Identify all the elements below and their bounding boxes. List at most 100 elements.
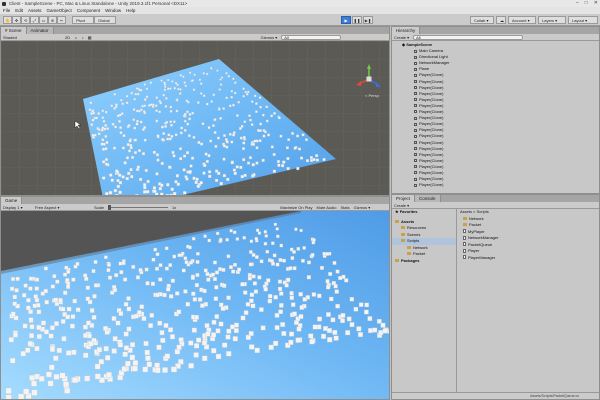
global-toggle[interactable]: Global bbox=[94, 16, 116, 24]
player-clone-marker bbox=[63, 381, 69, 388]
tab-hierarchy[interactable]: Hierarchy bbox=[392, 27, 421, 34]
player-clone-marker bbox=[130, 91, 133, 95]
menu-window[interactable]: Window bbox=[105, 8, 121, 13]
transform-tool-icon[interactable]: ⊕ bbox=[48, 16, 57, 24]
player-clone-marker bbox=[13, 315, 19, 321]
tab-game[interactable]: Game bbox=[1, 197, 23, 204]
mute-audio-toggle[interactable]: Mute Audio bbox=[316, 205, 336, 210]
hierarchy-item[interactable]: Player(Clone) bbox=[392, 182, 599, 188]
project-create-dropdown[interactable]: Create ▾ bbox=[394, 203, 409, 208]
game-view[interactable] bbox=[1, 211, 389, 399]
player-clone-marker bbox=[201, 340, 208, 346]
menu-component[interactable]: Component bbox=[77, 8, 100, 13]
player-clone-marker bbox=[320, 265, 324, 270]
player-clone-marker bbox=[106, 268, 111, 273]
player-clone-marker bbox=[174, 180, 178, 184]
player-clone-marker bbox=[160, 161, 164, 165]
player-clone-marker bbox=[267, 293, 273, 299]
aspect-dropdown[interactable]: Free Aspect ▾ bbox=[35, 205, 90, 210]
effects-toggle-icon[interactable]: ▦ bbox=[88, 35, 92, 40]
player-clone-marker bbox=[171, 366, 177, 373]
player-clone-marker bbox=[115, 320, 121, 326]
display-dropdown[interactable]: Display 1 ▾ bbox=[3, 205, 31, 210]
game-viewport[interactable] bbox=[1, 211, 389, 399]
tab-scene[interactable]: # Scene bbox=[1, 27, 27, 34]
scale-slider-handle[interactable] bbox=[108, 204, 112, 210]
gameobject-cube-icon bbox=[414, 134, 417, 138]
scene-viewport[interactable]: < Persp bbox=[1, 41, 389, 195]
hierarchy-item-label: Player(Clone) bbox=[419, 176, 444, 182]
player-clone-marker bbox=[28, 286, 33, 291]
menu-assets[interactable]: Assets bbox=[28, 8, 42, 13]
layers-dropdown[interactable]: Layers ▾ bbox=[538, 16, 566, 24]
pivot-toggle[interactable]: Pivot bbox=[72, 16, 94, 24]
scene-view[interactable]: < Persp bbox=[1, 41, 389, 195]
menu-gameobject[interactable]: GameObject bbox=[47, 8, 72, 13]
player-clone-marker bbox=[223, 134, 226, 137]
shading-mode-dropdown[interactable]: Shaded bbox=[3, 35, 53, 40]
player-clone-marker bbox=[335, 269, 340, 274]
player-clone-marker bbox=[131, 155, 135, 159]
player-clone-marker bbox=[10, 311, 16, 317]
player-clone-marker bbox=[23, 388, 30, 395]
audio-toggle-icon[interactable]: ♪ bbox=[82, 35, 84, 40]
player-clone-marker bbox=[187, 101, 190, 104]
player-clone-marker bbox=[140, 108, 143, 111]
player-clone-marker bbox=[169, 105, 173, 109]
player-clone-marker bbox=[174, 133, 178, 137]
maximize-button[interactable]: □ bbox=[585, 0, 588, 6]
player-clone-marker bbox=[188, 117, 191, 121]
player-clone-marker bbox=[133, 98, 136, 101]
project-file-item[interactable]: PlayerManager bbox=[458, 255, 599, 262]
rotate-tool-icon[interactable]: ⟲ bbox=[21, 16, 30, 24]
player-clone-marker bbox=[222, 174, 226, 178]
hierarchy-create-dropdown[interactable]: Create ▾ bbox=[394, 35, 409, 40]
player-clone-marker bbox=[105, 141, 109, 144]
menu-file[interactable]: File bbox=[3, 8, 10, 13]
minimize-button[interactable]: – bbox=[576, 0, 579, 6]
player-clone-marker bbox=[259, 122, 262, 126]
player-clone-marker bbox=[291, 132, 294, 135]
hierarchy-search-input[interactable]: All bbox=[413, 34, 524, 40]
close-button[interactable]: ✕ bbox=[594, 0, 598, 6]
menu-help[interactable]: Help bbox=[126, 8, 135, 13]
account-dropdown[interactable]: Account ▾ bbox=[508, 16, 536, 24]
player-clone-marker bbox=[325, 252, 330, 256]
player-clone-marker bbox=[158, 187, 162, 191]
gizmos-dropdown[interactable]: Gizmos ▾ bbox=[261, 35, 278, 40]
player-clone-marker bbox=[34, 345, 40, 352]
tree-label: Packet bbox=[413, 251, 426, 256]
maximize-on-play-toggle[interactable]: Maximize On Play bbox=[280, 205, 312, 210]
player-clone-marker bbox=[84, 276, 89, 281]
2d-toggle[interactable]: 2D bbox=[65, 35, 70, 40]
layout-dropdown[interactable]: Layout ▾ bbox=[568, 16, 598, 24]
move-tool-icon[interactable]: ✥ bbox=[12, 16, 21, 24]
scene-search-input[interactable]: All bbox=[281, 34, 342, 40]
collab-dropdown[interactable]: Collab ▾ bbox=[470, 16, 494, 24]
scale-slider[interactable] bbox=[108, 204, 169, 210]
pause-button[interactable]: ❚❚ bbox=[352, 16, 362, 24]
lighting-toggle-icon[interactable]: ☼ bbox=[74, 35, 78, 40]
tab-console[interactable]: Console bbox=[415, 195, 441, 202]
player-clone-marker bbox=[104, 158, 108, 162]
cloud-icon[interactable]: ☁ bbox=[496, 16, 506, 24]
rect-tool-icon[interactable]: ▭ bbox=[39, 16, 48, 24]
player-clone-marker bbox=[104, 147, 108, 151]
packages-tree-item[interactable]: Packages bbox=[392, 258, 456, 265]
play-button[interactable]: ▶ bbox=[341, 16, 351, 24]
hierarchy-item-label: Player(Clone) bbox=[419, 157, 444, 163]
custom-tool-icon[interactable]: ✂ bbox=[57, 16, 66, 24]
step-button[interactable]: ▶❚ bbox=[363, 16, 373, 24]
player-clone-marker bbox=[236, 114, 239, 117]
hand-tool-icon[interactable]: ✋ bbox=[3, 16, 12, 24]
project-tree: ★ Favorites Assets Resources Scenes Scri… bbox=[392, 209, 457, 399]
player-clone-marker bbox=[378, 330, 384, 336]
hierarchy-list: ◆ SampleScene Main Camera Directional Lig… bbox=[392, 41, 599, 193]
scale-tool-icon[interactable]: ⤢ bbox=[30, 16, 39, 24]
tab-project[interactable]: Project bbox=[392, 195, 416, 202]
stats-toggle[interactable]: Stats bbox=[341, 205, 350, 210]
tab-animator[interactable]: Animator bbox=[26, 27, 54, 34]
game-gizmos-dropdown[interactable]: Gizmos ▾ bbox=[354, 205, 371, 210]
menu-edit[interactable]: Edit bbox=[15, 8, 23, 13]
menu-bar: File Edit Assets GameObject Component Wi… bbox=[0, 7, 600, 14]
